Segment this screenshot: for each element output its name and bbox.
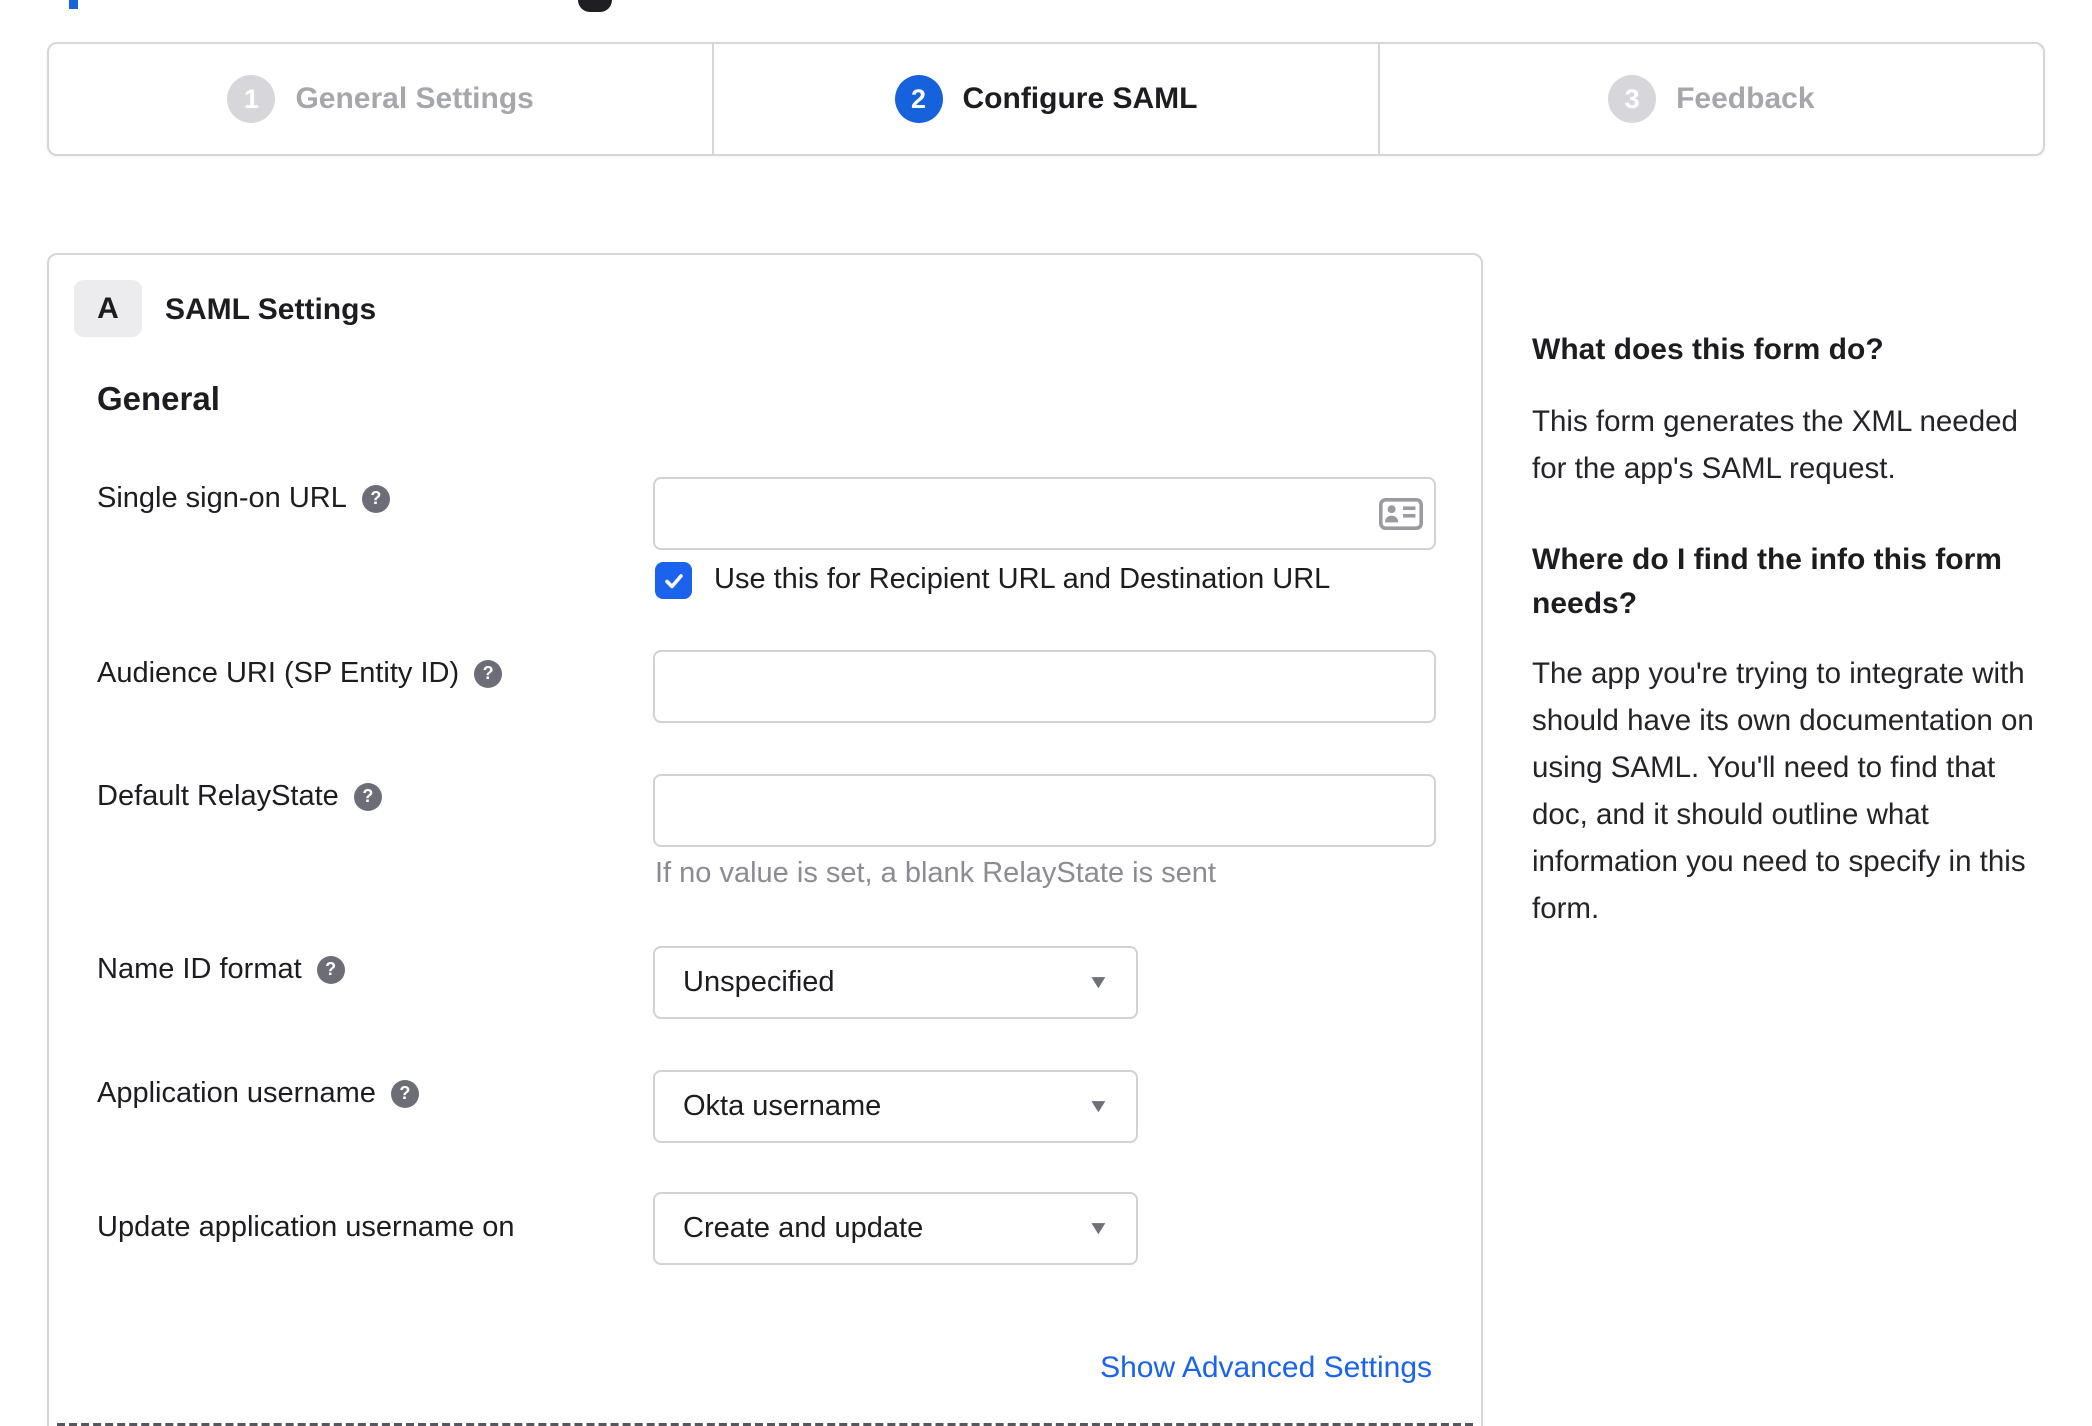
help-question-1: What does this form do? xyxy=(1532,333,1884,366)
step-feedback[interactable]: 3 Feedback xyxy=(1377,44,2043,154)
help-answer-1: This form generates the XML needed for t… xyxy=(1532,405,2018,485)
saml-settings-card: A SAML Settings General Single sign-on U… xyxy=(47,253,1483,1426)
audience-uri-label: Audience URI (SP Entity ID) xyxy=(97,657,460,689)
relay-state-label: Default RelayState xyxy=(97,780,339,812)
step-3-label: Feedback xyxy=(1676,82,1815,115)
application-username-value: Okta username xyxy=(683,1090,882,1122)
name-id-format-select[interactable]: Unspecified ▼ xyxy=(653,946,1138,1019)
relay-state-input[interactable] xyxy=(653,774,1436,847)
relay-state-label-row: Default RelayState ? xyxy=(97,780,382,813)
recipient-url-checkbox[interactable] xyxy=(655,562,692,599)
application-username-select[interactable]: Okta username ▼ xyxy=(653,1070,1138,1143)
step-1-circle: 1 xyxy=(227,75,276,123)
section-a-badge: A xyxy=(74,280,142,337)
sso-url-label-row: Single sign-on URL ? xyxy=(97,482,390,515)
step-1-label: General Settings xyxy=(295,82,534,115)
name-id-format-label: Name ID format xyxy=(97,953,302,985)
update-username-label-row: Update application username on xyxy=(97,1211,515,1244)
update-username-label: Update application username on xyxy=(97,1211,515,1243)
application-username-label: Application username xyxy=(97,1077,376,1109)
sso-url-help-icon[interactable]: ? xyxy=(361,484,390,513)
relay-state-helper-text: If no value is set, a blank RelayState i… xyxy=(655,857,1216,889)
step-3-circle: 3 xyxy=(1608,75,1657,123)
update-username-select[interactable]: Create and update ▼ xyxy=(653,1192,1138,1265)
name-id-format-label-row: Name ID format ? xyxy=(97,953,345,986)
checkmark-icon xyxy=(664,573,683,588)
wizard-stepper: 1 General Settings 2 Configure SAML 3 Fe… xyxy=(47,42,2045,156)
help-panel: What does this form do? This form genera… xyxy=(1532,328,2047,932)
application-username-help-icon[interactable]: ? xyxy=(390,1079,419,1108)
name-id-format-value: Unspecified xyxy=(683,966,835,998)
step-2-circle: 2 xyxy=(894,75,943,123)
sso-url-label: Single sign-on URL xyxy=(97,482,347,514)
relay-state-help-icon[interactable]: ? xyxy=(353,782,382,811)
chevron-down-icon: ▼ xyxy=(1086,971,1111,993)
cropped-header-fragment xyxy=(69,0,78,9)
step-2-label: Configure SAML xyxy=(962,82,1198,115)
step-configure-saml[interactable]: 2 Configure SAML xyxy=(712,44,1377,154)
section-title: SAML Settings xyxy=(165,293,377,326)
application-username-label-row: Application username ? xyxy=(97,1077,419,1110)
recipient-url-checkbox-label: Use this for Recipient URL and Destinati… xyxy=(714,563,1331,595)
show-advanced-settings-link[interactable]: Show Advanced Settings xyxy=(1100,1351,1432,1385)
sso-url-input[interactable] xyxy=(653,477,1436,550)
cropped-logo-fragment xyxy=(578,0,612,12)
audience-uri-input[interactable] xyxy=(653,650,1436,723)
configure-saml-page: 1 General Settings 2 Configure SAML 3 Fe… xyxy=(0,0,2092,1426)
audience-uri-label-row: Audience URI (SP Entity ID) ? xyxy=(97,657,503,690)
general-group-heading: General xyxy=(97,380,220,417)
step-general-settings[interactable]: 1 General Settings xyxy=(49,44,712,154)
audience-uri-help-icon[interactable]: ? xyxy=(474,659,503,688)
chevron-down-icon: ▼ xyxy=(1086,1217,1111,1239)
help-question-2: Where do I find the info this form needs… xyxy=(1532,543,2002,620)
help-answer-2: The app you're trying to integrate with … xyxy=(1532,657,2034,925)
name-id-format-help-icon[interactable]: ? xyxy=(316,955,345,984)
update-username-value: Create and update xyxy=(683,1212,924,1244)
chevron-down-icon: ▼ xyxy=(1086,1095,1111,1117)
